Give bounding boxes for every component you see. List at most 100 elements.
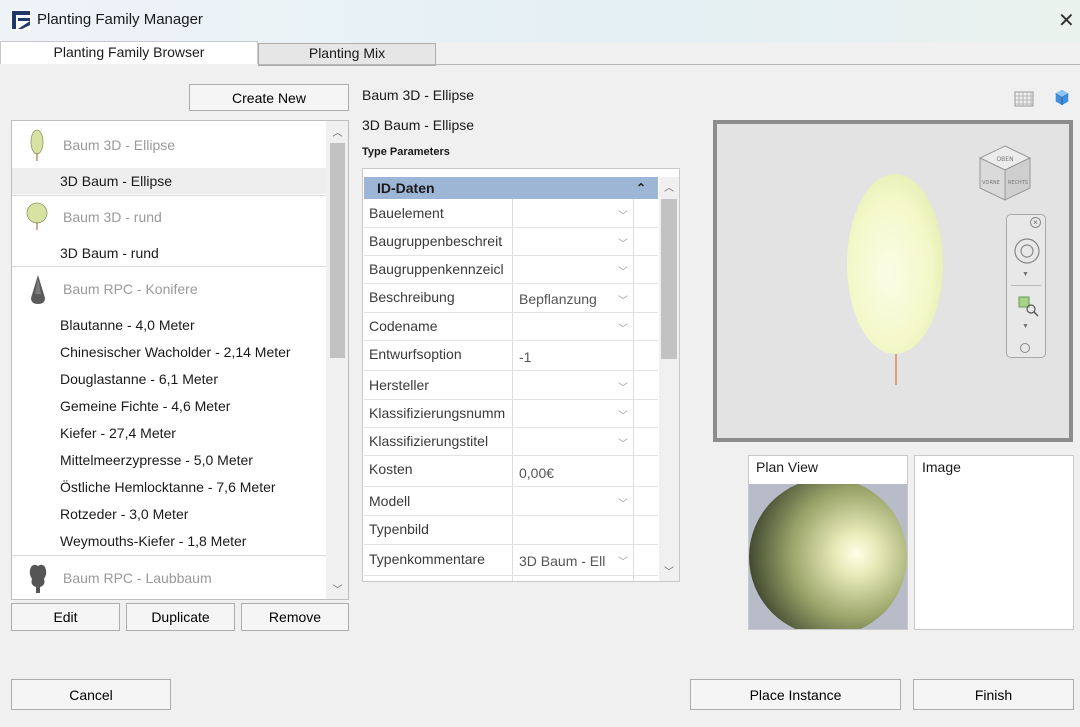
type-parameters-label: Type Parameters [362, 146, 450, 158]
chevron-down-icon[interactable]: ▼ [1022, 271, 1029, 278]
family-group-ellipse[interactable]: Baum 3D - Ellipse [63, 137, 323, 153]
conifer-item[interactable]: Kiefer - 27,4 Meter [60, 425, 320, 441]
param-value[interactable]: Bepflanzung [519, 291, 597, 307]
chevron-down-icon[interactable]: ﹀ [618, 207, 628, 222]
tree-plan-sphere [749, 478, 907, 636]
family-item[interactable]: 3D Baum - rund [60, 245, 320, 261]
nav-options-icon[interactable] [1020, 343, 1030, 353]
close-icon[interactable]: ✕ [1058, 8, 1075, 33]
type-parameters-grid[interactable]: ID-Daten ⌃ Bauelement ﹀ Baugruppenbeschr… [362, 168, 680, 582]
edit-button[interactable]: Edit [11, 603, 120, 631]
viewcube-right-label: RECHTS [1008, 180, 1028, 186]
param-value[interactable]: -1 [519, 349, 531, 365]
chevron-down-icon[interactable]: ▼ [1022, 323, 1029, 330]
duplicate-button[interactable]: Duplicate [126, 603, 235, 631]
param-name: Klassifizierungsnumm [369, 405, 506, 421]
chevron-down-icon[interactable]: ﹀ [618, 495, 628, 510]
chevron-down-icon[interactable]: ﹀ [618, 292, 628, 307]
conifer-item[interactable]: Chinesischer Wacholder - 2,14 Meter [60, 344, 320, 360]
cancel-button[interactable]: Cancel [11, 679, 171, 710]
3d-preview-viewport[interactable]: OBEN VORNE RECHTS × ▼ ▼ [713, 120, 1073, 442]
scroll-thumb[interactable] [661, 199, 677, 359]
type-name: 3D Baum - Ellipse [362, 117, 475, 133]
conifer-icon [31, 275, 45, 304]
param-name: Kosten [369, 461, 413, 477]
param-name: Typenbild [369, 521, 429, 537]
navigation-bar[interactable]: × ▼ ▼ [1006, 214, 1046, 358]
image-preview: Image [914, 455, 1074, 630]
param-row[interactable]: Hersteller ﹀ [364, 371, 658, 400]
scroll-thumb[interactable] [330, 143, 345, 358]
param-name: Typenkommentare [369, 551, 485, 567]
chevron-down-icon[interactable]: ﹀ [618, 263, 628, 278]
nav-divider [1011, 285, 1041, 286]
param-row[interactable]: Bauelement ﹀ [364, 199, 658, 228]
param-row[interactable]: Baugruppenbeschreit ﹀ [364, 228, 658, 256]
param-row[interactable]: Beschreibung Bepflanzung ﹀ [364, 284, 658, 313]
scroll-up-icon[interactable]: ︿ [659, 179, 679, 194]
round-tree-icon [26, 202, 48, 230]
scroll-down-icon[interactable]: ﹀ [326, 581, 348, 596]
param-name: Bauelement [369, 205, 444, 221]
chevron-down-icon[interactable]: ﹀ [618, 379, 628, 394]
scroll-up-icon[interactable]: ︿ [326, 124, 348, 139]
conifer-item[interactable]: Weymouths-Kiefer - 1,8 Meter [60, 533, 320, 549]
param-name: Klassifizierungstitel [369, 433, 489, 449]
tab-planting-family-browser[interactable]: Planting Family Browser [0, 41, 258, 64]
conifer-item[interactable]: Rotzeder - 3,0 Meter [60, 506, 320, 522]
3d-view-cube-icon[interactable] [1052, 88, 1072, 106]
create-new-button[interactable]: Create New [189, 84, 349, 111]
viewcube-icon[interactable]: OBEN VORNE RECHTS [976, 144, 1034, 204]
chevron-down-icon[interactable]: ﹀ [618, 553, 628, 568]
param-value[interactable]: 3D Baum - Ell [519, 553, 605, 569]
family-item-selected[interactable]: 3D Baum - Ellipse [12, 168, 326, 194]
finish-button[interactable]: Finish [913, 679, 1074, 710]
family-list[interactable]: Baum 3D - Ellipse 3D Baum - Ellipse Baum… [11, 120, 349, 600]
family-item-label: 3D Baum - Ellipse [60, 173, 173, 189]
conifer-item[interactable]: Mittelmeerzypresse - 5,0 Meter [60, 452, 320, 468]
plan-view-preview: Plan View [748, 455, 908, 636]
steering-wheel-icon[interactable] [1013, 237, 1041, 265]
param-name: Beschreibung [369, 289, 455, 305]
visual-style-icon[interactable] [1014, 90, 1034, 108]
plan-view-canvas [749, 478, 907, 636]
conifer-item[interactable]: Blautanne - 4,0 Meter [60, 317, 320, 333]
tab-planting-mix[interactable]: Planting Mix [258, 43, 436, 66]
group-header-id-daten[interactable]: ID-Daten ⌃ [364, 177, 658, 199]
chevron-down-icon[interactable]: ﹀ [618, 235, 628, 250]
grid-scrollbar[interactable]: ︿ ﹀ [659, 177, 679, 581]
conifer-item[interactable]: Douglastanne - 6,1 Meter [60, 371, 320, 387]
param-row[interactable]: Baugruppenkennzeicl ﹀ [364, 256, 658, 284]
place-instance-button[interactable]: Place Instance [690, 679, 901, 710]
app-logo-icon [11, 10, 31, 30]
collapse-icon[interactable]: ⌃ [636, 177, 646, 199]
conifer-item[interactable]: Gemeine Fichte - 4,6 Meter [60, 398, 320, 414]
chevron-down-icon[interactable]: ﹀ [618, 435, 628, 450]
scroll-down-icon[interactable]: ﹀ [659, 563, 679, 578]
ellipse-tree-icon [30, 129, 44, 161]
remove-button[interactable]: Remove [241, 603, 349, 631]
conifer-item[interactable]: Östliche Hemlocktanne - 7,6 Meter [60, 479, 320, 495]
chevron-down-icon[interactable]: ﹀ [618, 320, 628, 335]
family-group-conifer[interactable]: Baum RPC - Konifere [63, 281, 323, 297]
viewcube-left-label: VORNE [982, 180, 1000, 186]
chevron-down-icon[interactable]: ﹀ [618, 407, 628, 422]
param-row[interactable]: Typenkommentare 3D Baum - Ell ﹀ [364, 545, 658, 576]
family-group-deciduous[interactable]: Baum RPC - Laubbaum [63, 570, 323, 586]
viewcube-top-label: OBEN [996, 156, 1013, 163]
nav-close-icon[interactable]: × [1030, 217, 1041, 228]
tree-foliage [847, 174, 943, 354]
param-row[interactable]: Entwurfsoption -1 [364, 341, 658, 371]
param-row[interactable]: Kosten 0,00€ [364, 456, 658, 487]
param-row[interactable]: Codename ﹀ [364, 313, 658, 341]
param-row[interactable]: Klassifizierungstitel ﹀ [364, 428, 658, 456]
group-header-label: ID-Daten [377, 180, 435, 196]
list-scrollbar[interactable]: ︿ ﹀ [326, 121, 348, 599]
param-row[interactable]: Klassifizierungsnumm ﹀ [364, 400, 658, 428]
param-row[interactable]: Typenbild [364, 516, 658, 545]
param-row[interactable]: Modell ﹀ [364, 487, 658, 516]
param-name: Baugruppenbeschreit [369, 233, 503, 249]
zoom-extents-icon[interactable] [1017, 295, 1039, 317]
param-value[interactable]: 0,00€ [519, 465, 554, 481]
family-group-round[interactable]: Baum 3D - rund [63, 209, 323, 225]
